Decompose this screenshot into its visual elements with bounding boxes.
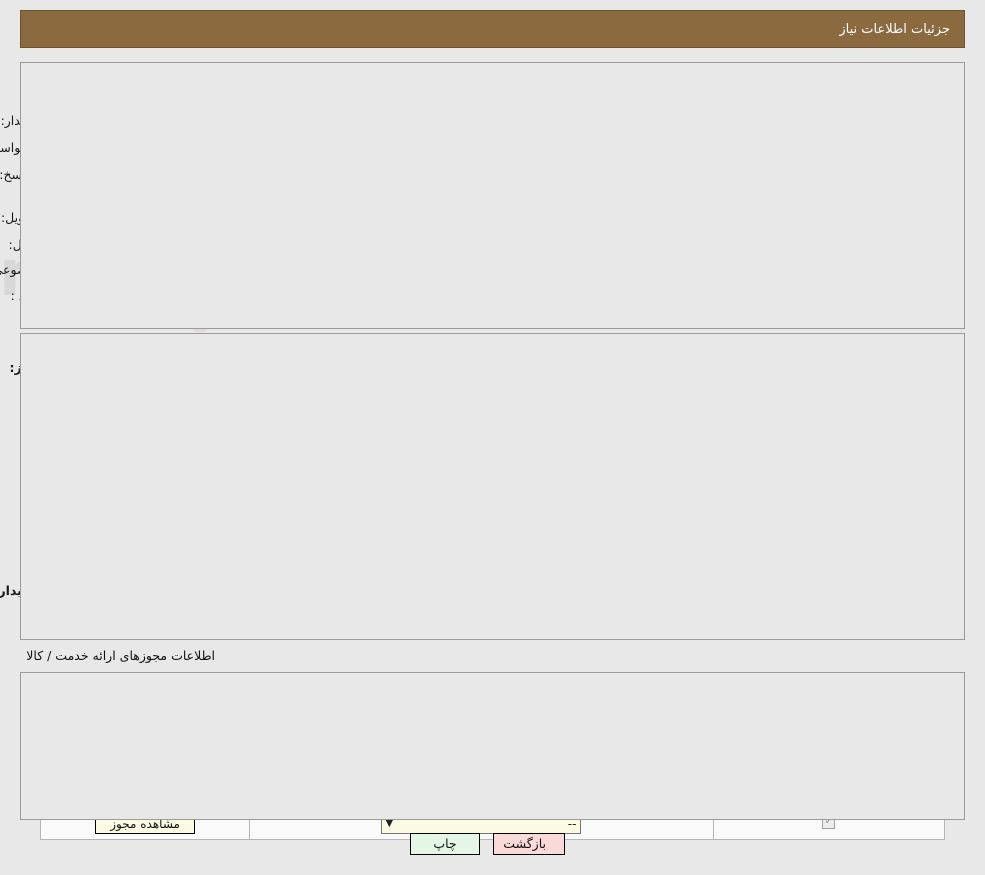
page-header: جزئیات اطلاعات نیاز	[20, 10, 965, 48]
page-title: جزئیات اطلاعات نیاز	[839, 21, 950, 37]
page-root: AnaTender.net جزئیات اطلاعات نیاز شماره …	[0, 0, 985, 875]
need-info-panel	[20, 62, 965, 329]
print-button[interactable]: چاپ	[410, 833, 480, 855]
licenses-section-caption: اطلاعات مجوزهای ارائه خدمت / کالا	[26, 648, 215, 663]
back-button[interactable]: بازگشت	[493, 833, 565, 855]
details-panel	[20, 333, 965, 640]
licenses-panel	[20, 672, 965, 820]
